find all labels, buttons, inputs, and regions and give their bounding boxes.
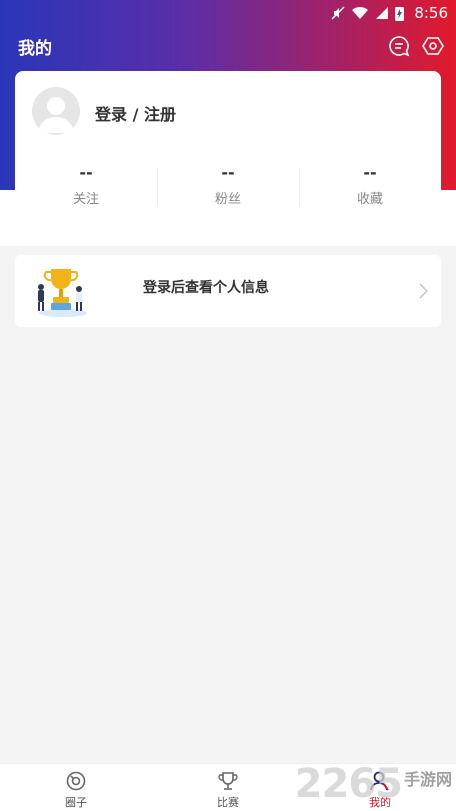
bottom-tab-bar: 圈子 比赛 我的 <box>0 763 456 811</box>
settings-icon[interactable] <box>422 35 444 57</box>
stat-label: 收藏 <box>356 192 383 207</box>
login-register-link[interactable]: 登录 / 注册 <box>95 101 176 125</box>
tab-match[interactable]: 比赛 <box>152 764 304 811</box>
stat-label: 粉丝 <box>214 192 241 207</box>
stat-value: -- <box>221 163 235 182</box>
page-title: 我的 <box>18 39 52 59</box>
login-info-card[interactable]: 登录后查看个人信息 <box>15 255 441 327</box>
stat-following[interactable]: -- 关注 <box>15 160 157 220</box>
default-avatar-icon <box>38 97 74 133</box>
stat-value: -- <box>79 163 93 182</box>
message-icon[interactable] <box>388 35 410 57</box>
person-icon <box>370 771 389 791</box>
tab-label: 我的 <box>369 796 391 809</box>
tab-label: 比赛 <box>217 796 239 809</box>
battery-icon <box>395 6 405 21</box>
chevron-right-icon <box>419 283 429 299</box>
stats-row: -- 关注 -- 粉丝 -- 收藏 <box>15 160 441 220</box>
status-time: 8:56 <box>414 4 448 22</box>
mute-icon <box>331 6 345 20</box>
trophy-illustration-icon <box>38 269 87 317</box>
tab-circle[interactable]: 圈子 <box>0 764 152 811</box>
status-bar: 8:56 <box>0 0 456 26</box>
circle-icon <box>66 771 86 791</box>
stat-label: 关注 <box>72 192 99 207</box>
login-info-text: 登录后查看个人信息 <box>143 280 269 296</box>
wifi-icon <box>352 6 369 19</box>
title-bar: 我的 <box>0 30 456 62</box>
stat-value: -- <box>363 163 377 182</box>
avatar[interactable] <box>32 87 80 135</box>
stat-followers[interactable]: -- 粉丝 <box>157 160 299 220</box>
tab-mine[interactable]: 我的 <box>304 764 456 811</box>
signal-icon <box>376 7 389 19</box>
trophy-icon <box>218 772 238 790</box>
tab-label: 圈子 <box>65 796 87 809</box>
stat-favorites[interactable]: -- 收藏 <box>299 160 441 220</box>
